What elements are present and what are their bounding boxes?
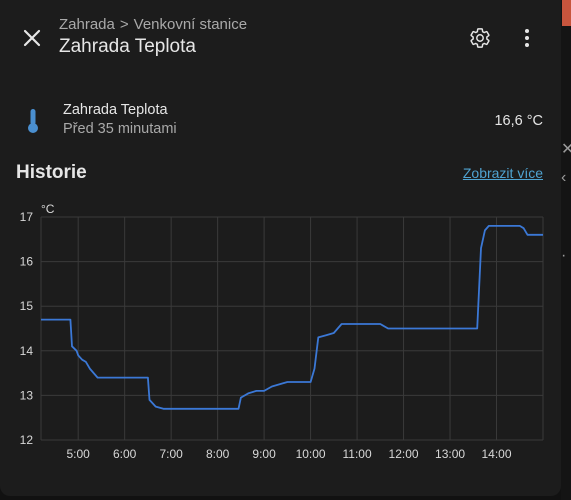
x-tick-label: 6:00 (113, 447, 137, 461)
background-chevron-icon: ‹ (561, 170, 567, 186)
y-tick-label: 12 (20, 433, 34, 447)
y-tick-label: 16 (20, 255, 34, 269)
entity-state-row: Zahrada Teplota Před 35 minutami 16,6 °C (0, 96, 561, 144)
background-accent (562, 0, 571, 26)
entity-name: Zahrada Teplota (63, 102, 168, 118)
breadcrumb-device[interactable]: Venkovní stanice (134, 16, 247, 33)
settings-button[interactable] (462, 20, 498, 56)
breadcrumb-separator: > (119, 16, 129, 33)
x-tick-label: 11:00 (343, 447, 372, 461)
x-tick-label: 8:00 (206, 447, 230, 461)
background-close-icon: ✕ (561, 142, 571, 158)
entity-last-changed: Před 35 minutami (63, 121, 177, 137)
more-vertical-icon (525, 29, 529, 47)
y-tick-label: 17 (20, 210, 34, 224)
x-tick-label: 9:00 (252, 447, 276, 461)
y-tick-label: 13 (20, 388, 34, 402)
x-tick-label: 12:00 (389, 447, 419, 461)
y-tick-label: 14 (20, 344, 34, 358)
gear-icon (470, 28, 490, 48)
breadcrumb: Zahrada > Venkovní stanice (59, 16, 247, 33)
y-axis-unit-label: °C (41, 202, 55, 216)
x-tick-label: 13:00 (435, 447, 465, 461)
thermometer-icon (28, 109, 38, 133)
x-tick-label: 5:00 (67, 447, 91, 461)
entity-dialog: Zahrada > Venkovní stanice Zahrada Teplota… (0, 0, 561, 496)
background-glyph: · (561, 248, 567, 264)
x-tick-label: 14:00 (482, 447, 512, 461)
history-title: Historie (16, 162, 87, 183)
y-tick-label: 15 (20, 299, 34, 313)
history-chart[interactable]: 12 13 14 15 16 17 5:00 6:00 7:00 8:00 9:00 10:00 11:… (0, 195, 561, 470)
more-menu-button[interactable] (509, 20, 545, 56)
dialog-title: Zahrada Teplota (59, 36, 196, 57)
close-icon (23, 29, 41, 47)
dialog-header: Zahrada > Venkovní stanice Zahrada Teplota (0, 0, 561, 72)
breadcrumb-area[interactable]: Zahrada (59, 16, 115, 33)
temperature-series-line (41, 224, 543, 410)
close-button[interactable] (14, 20, 50, 56)
show-more-link[interactable]: Zobrazit více (463, 165, 543, 181)
entity-value: 16,6 °C (494, 113, 543, 129)
x-tick-label: 10:00 (296, 447, 326, 461)
x-tick-label: 7:00 (159, 447, 183, 461)
